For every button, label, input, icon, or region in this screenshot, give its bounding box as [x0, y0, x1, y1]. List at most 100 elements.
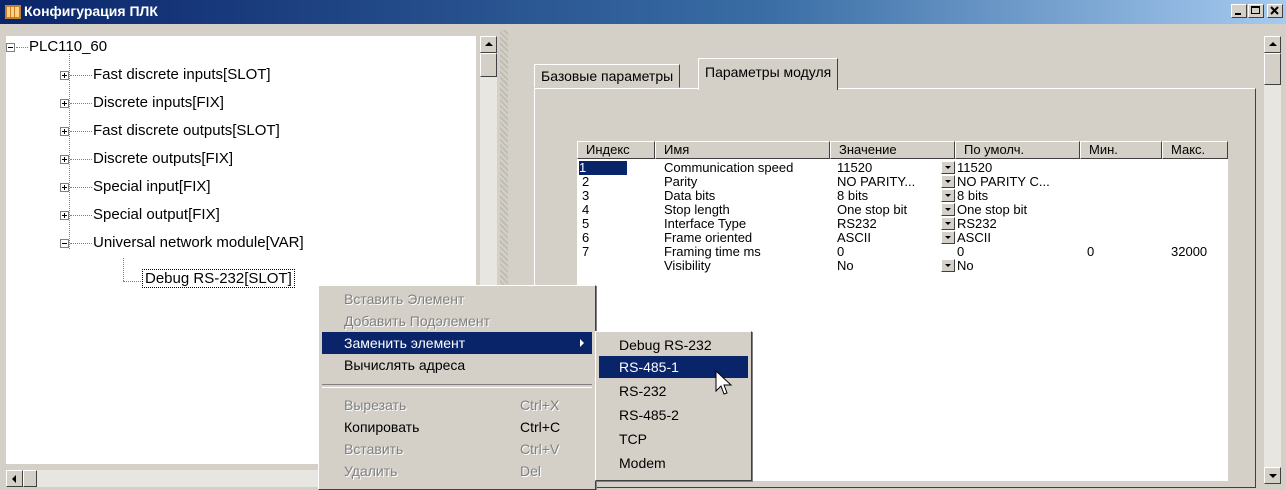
scroll-up-button[interactable]	[480, 36, 497, 53]
cell-value[interactable]: RS232	[837, 217, 877, 231]
expand-icon[interactable]	[60, 70, 69, 80]
cell-min: 0	[1087, 244, 1095, 259]
collapse-icon[interactable]	[6, 42, 15, 52]
scroll-thumb[interactable]	[480, 53, 497, 77]
col-header-value[interactable]: Значение	[830, 141, 955, 159]
submenu-item-label: Modem	[619, 455, 666, 471]
dropdown-button[interactable]	[941, 217, 955, 230]
cell-value[interactable]: One stop bit	[837, 203, 907, 217]
menu-item-delete[interactable]: Удалить Del	[322, 460, 592, 482]
tree-root-label: PLC110_60	[29, 38, 108, 55]
scroll-up-button[interactable]	[1264, 36, 1281, 53]
collapse-icon[interactable]	[60, 238, 69, 248]
dropdown-button[interactable]	[941, 161, 955, 174]
menu-item-cut[interactable]: Вырезать Ctrl+X	[322, 394, 592, 416]
tree-item[interactable]: Discrete inputs[FIX]	[60, 94, 224, 111]
submenu-item-label: RS-232	[619, 383, 667, 399]
menu-item-replace-element[interactable]: Заменить элемент	[322, 332, 592, 354]
submenu-item-label: Debug RS-232	[619, 337, 712, 353]
dropdown-button[interactable]	[941, 203, 955, 216]
expand-icon[interactable]	[60, 98, 69, 108]
scroll-thumb[interactable]	[1264, 53, 1281, 85]
submenu-item-label: RS-485-2	[619, 407, 679, 423]
cell-value[interactable]: No	[837, 259, 854, 273]
tree-item-label: Fast discrete outputs[SLOT]	[93, 122, 280, 139]
scroll-down-button[interactable]	[1264, 467, 1281, 484]
tab-module-params[interactable]: Параметры модуля	[698, 58, 839, 90]
expand-icon[interactable]	[60, 210, 69, 220]
maximize-button[interactable]	[1248, 4, 1264, 18]
expand-icon[interactable]	[60, 154, 69, 164]
submenu-item-debug-rs232[interactable]: Debug RS-232	[599, 334, 748, 356]
menu-item-copy[interactable]: Копировать Ctrl+C	[322, 416, 592, 438]
menu-item-label: Заменить элемент	[344, 335, 466, 351]
cell-value[interactable]: ASCII	[837, 231, 871, 245]
cell-index: 5	[582, 216, 590, 231]
cell-value[interactable]: 11520	[837, 161, 872, 175]
col-header-max[interactable]: Макс.	[1162, 141, 1228, 159]
menu-item-label: Удалить	[344, 463, 398, 479]
replace-submenu: Debug RS-232 RS-485-1 RS-232 RS-485-2 TC…	[595, 331, 752, 481]
dropdown-button[interactable]	[941, 231, 955, 244]
submenu-arrow-icon	[580, 339, 584, 347]
app-icon	[5, 5, 21, 19]
tree-item-label: Fast discrete inputs[SLOT]	[93, 66, 271, 83]
tree-item[interactable]: Special input[FIX]	[60, 178, 211, 195]
dropdown-button[interactable]	[941, 189, 955, 202]
scroll-left-button[interactable]	[6, 470, 23, 487]
expand-icon[interactable]	[60, 126, 69, 136]
tab-base-params[interactable]: Базовые параметры	[534, 64, 681, 88]
menu-shortcut: Ctrl+X	[520, 397, 560, 413]
col-header-index[interactable]: Индекс	[577, 141, 655, 159]
col-header-name[interactable]: Имя	[655, 141, 830, 159]
submenu-item-modem[interactable]: Modem	[599, 452, 748, 474]
scroll-thumb[interactable]	[23, 470, 37, 487]
tree-item-label: Universal network module[VAR]	[93, 234, 304, 251]
window-title: Конфигурация ПЛК	[24, 3, 158, 19]
tree-item-label: Special output[FIX]	[93, 206, 220, 223]
context-menu: Вставить Элемент Добавить Подэлемент Зам…	[318, 285, 596, 490]
tree-item-label: Debug RS-232[SLOT]	[142, 269, 295, 288]
menu-item-label: Вычислять адреса	[344, 357, 466, 373]
cell-name: Parity	[664, 174, 698, 189]
expand-icon[interactable]	[60, 182, 69, 192]
minimize-button[interactable]	[1231, 4, 1247, 18]
cell-name: Communication speed	[664, 160, 794, 175]
tree-item-selected[interactable]: Debug RS-232[SLOT]	[142, 269, 295, 288]
tree-root[interactable]: PLC110_60	[6, 38, 107, 55]
menu-item-add-subelement[interactable]: Добавить Подэлемент	[322, 310, 592, 332]
tree-item[interactable]: Special output[FIX]	[60, 206, 220, 223]
cell-index[interactable]: 1	[579, 161, 627, 175]
panel-vertical-scrollbar[interactable]	[1264, 36, 1281, 484]
menu-shortcut: Ctrl+C	[520, 419, 561, 435]
mouse-cursor-icon	[715, 370, 733, 395]
tree-item[interactable]: Fast discrete inputs[SLOT]	[60, 66, 271, 83]
cell-default: 0	[957, 244, 965, 259]
cell-name: Interface Type	[664, 216, 747, 231]
menu-item-calc-addresses[interactable]: Вычислять адреса	[322, 354, 592, 376]
menu-item-paste[interactable]: Вставить Ctrl+V	[322, 438, 592, 460]
dropdown-button[interactable]	[941, 175, 955, 188]
col-header-default[interactable]: По умолч.	[955, 141, 1080, 159]
cell-index: 2	[582, 174, 590, 189]
close-button[interactable]	[1267, 4, 1283, 18]
cell-name: Visibility	[664, 258, 711, 273]
menu-item-label: Вставить Элемент	[344, 291, 465, 307]
cell-value[interactable]: 8 bits	[837, 189, 868, 203]
tree-item[interactable]: Universal network module[VAR]	[60, 234, 304, 251]
submenu-item-rs485-2[interactable]: RS-485-2	[599, 404, 748, 426]
cell-default: ASCII	[957, 230, 991, 245]
title-bar: Конфигурация ПЛК	[0, 0, 1286, 24]
tree-item[interactable]: Fast discrete outputs[SLOT]	[60, 122, 280, 139]
menu-item-label: Вырезать	[344, 397, 407, 413]
submenu-item-tcp[interactable]: TCP	[599, 428, 748, 450]
cell-value[interactable]: 0	[837, 245, 844, 259]
cell-value[interactable]: NO PARITY...	[837, 175, 915, 189]
cell-index: 4	[582, 202, 590, 217]
col-header-min[interactable]: Мин.	[1080, 141, 1162, 159]
cell-name: Framing time ms	[664, 244, 761, 259]
tree-item[interactable]: Discrete outputs[FIX]	[60, 150, 233, 167]
menu-item-insert-element[interactable]: Вставить Элемент	[322, 288, 592, 310]
cell-name: Data bits	[664, 188, 716, 203]
dropdown-button[interactable]	[941, 259, 955, 272]
